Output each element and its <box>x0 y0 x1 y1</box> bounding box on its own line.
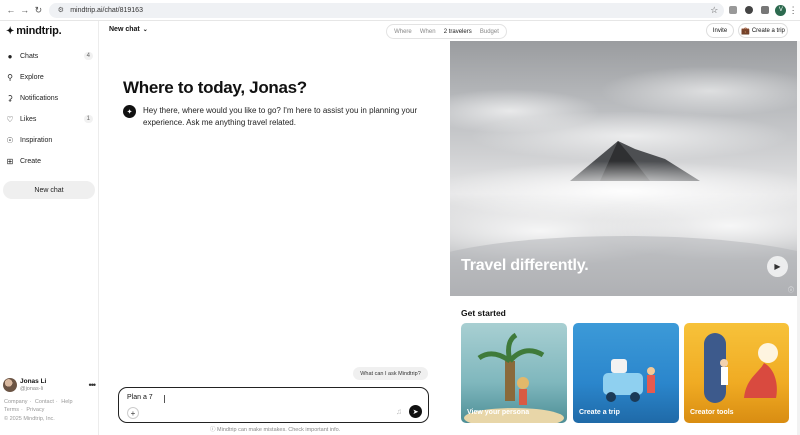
chat-composer: Plan a 7 + ♫ ➤ <box>118 387 429 423</box>
count-badge: 1 <box>83 115 93 123</box>
top-bar: New chat ⌄ Where When 2 travelers Budget… <box>100 21 800 41</box>
back-arrow-icon[interactable]: ← <box>4 3 18 17</box>
avatar[interactable] <box>3 378 17 392</box>
card-view-persona[interactable]: View your persona <box>461 323 567 423</box>
footer-link-company[interactable]: Company <box>4 399 28 405</box>
search-icon: ⚲ <box>7 72 13 82</box>
create-trip-button[interactable]: 💼 Create a trip <box>738 23 788 38</box>
creator-illustration <box>704 333 778 403</box>
sparkle-assistant-icon: ✦ <box>123 105 136 118</box>
sidebar-item-create[interactable]: ⊞ Create <box>5 153 93 169</box>
sidebar-item-explore[interactable]: ⚲ Explore <box>5 69 93 85</box>
brand-logo[interactable]: ✦ mindtrip. <box>6 25 62 37</box>
card-label: Creator tools <box>690 409 734 416</box>
footer-link-contact[interactable]: Contact <box>35 399 54 405</box>
sidebar: ✦ mindtrip. ● Chats 4 ⚲ Explore ⚳ Notifi… <box>0 21 99 435</box>
chevron-down-icon: ⌄ <box>142 27 148 33</box>
suitcase-icon: 💼 <box>741 27 750 35</box>
sidebar-item-label: Create <box>20 157 42 165</box>
browser-menu-icon[interactable]: ⋮ <box>786 3 800 17</box>
user-name: Jonas Li <box>20 377 47 385</box>
sidebar-item-label: Likes <box>20 115 37 123</box>
forward-arrow-icon[interactable]: → <box>18 3 32 17</box>
sidebar-item-label: Notifications <box>20 94 59 102</box>
disclaimer-label: Mindtrip can make mistakes. Check import… <box>217 427 341 433</box>
user-handle: @jonas-li <box>20 385 44 392</box>
url-text: mindtrip.ai/chat/819163 <box>70 6 143 14</box>
filter-where[interactable]: Where <box>394 29 412 35</box>
bell-icon: ⚳ <box>7 93 13 103</box>
assistant-message: ✦ Hey there, where would you like to go?… <box>123 105 433 129</box>
sidebar-item-inspiration[interactable]: ☉ Inspiration <box>5 132 93 148</box>
sidebar-item-likes[interactable]: ♡ Likes 1 <box>5 111 93 127</box>
new-chat-button[interactable]: New chat <box>3 181 95 199</box>
filter-budget[interactable]: Budget <box>480 29 499 35</box>
disclaimer-text: ⓘ Mindtrip can make mistakes. Check impo… <box>210 425 340 433</box>
suggestion-chip[interactable]: What can I ask Mindtrip? <box>353 367 428 380</box>
sidebar-item-label: Chats <box>20 52 39 60</box>
create-trip-label: Create a trip <box>751 27 785 34</box>
chat-bubble-icon: ● <box>7 51 13 61</box>
user-profile[interactable]: Jonas Li @jonas-li ••• <box>3 376 97 394</box>
compass-icon: ☉ <box>6 135 14 145</box>
filter-when[interactable]: When <box>420 29 436 35</box>
card-label: Create a trip <box>579 409 620 416</box>
trip-illustration <box>603 359 655 402</box>
text-cursor <box>164 395 165 403</box>
card-label: View your persona <box>467 409 530 416</box>
sidebar-item-chats[interactable]: ● Chats 4 <box>5 48 93 64</box>
sparkle-logo-icon: ✦ <box>6 25 15 37</box>
copyright-text: © 2025 Mindtrip, Inc. <box>4 416 55 422</box>
heart-icon: ♡ <box>6 114 14 124</box>
footer-link-privacy[interactable]: Privacy <box>26 407 44 413</box>
card-creator-tools[interactable]: Creator tools <box>684 323 789 423</box>
sidebar-item-label: Explore <box>20 73 44 81</box>
profile-avatar-icon[interactable]: V <box>775 4 787 16</box>
reload-icon[interactable]: ↻ <box>31 3 45 17</box>
section-title: Get started <box>461 308 506 318</box>
footer-links-row-2: Terms · Privacy <box>4 407 45 413</box>
chat-selector-dropdown[interactable]: New chat ⌄ <box>109 26 148 33</box>
footer-link-help[interactable]: Help <box>61 399 72 405</box>
hero-title: Travel differently. <box>461 257 589 274</box>
hero-video[interactable]: Travel differently. ▶ ⓘ <box>450 41 800 296</box>
chat-selector-label: New chat <box>109 26 140 33</box>
play-icon[interactable]: ▶ <box>767 256 788 277</box>
site-settings-icon[interactable]: ⚙ <box>56 6 65 15</box>
persona-illustration <box>464 332 564 423</box>
address-bar[interactable]: ⚙ mindtrip.ai/chat/819163 ☆ <box>49 2 725 18</box>
plus-square-icon: ⊞ <box>6 156 14 166</box>
page-title: Where to today, Jonas? <box>123 78 307 97</box>
browser-toolbar: ← → ↻ ⚙ mindtrip.ai/chat/819163 ☆ V ⋮ <box>0 0 800 21</box>
sidebar-item-label: Inspiration <box>20 136 53 144</box>
add-attachment-icon[interactable]: + <box>127 407 139 419</box>
assistant-message-text: Hey there, where would you like to go? I… <box>143 106 418 127</box>
bookmark-star-icon[interactable]: ☆ <box>710 5 718 16</box>
send-icon[interactable]: ➤ <box>409 405 422 418</box>
filter-travelers[interactable]: 2 travelers <box>444 29 472 35</box>
extension-icon-1[interactable] <box>726 3 740 17</box>
voice-input-icon[interactable]: ♫ <box>396 407 402 416</box>
brand-name: mindtrip. <box>16 25 62 37</box>
info-icon: ⓘ <box>210 427 218 433</box>
info-icon[interactable]: ⓘ <box>788 285 794 294</box>
count-badge: 4 <box>83 52 93 60</box>
sidebar-item-notifications[interactable]: ⚳ Notifications <box>5 90 93 106</box>
trip-filters: Where When 2 travelers Budget <box>386 24 507 39</box>
card-create-trip[interactable]: Create a trip <box>573 323 679 423</box>
footer-link-terms[interactable]: Terms <box>4 407 19 413</box>
extension-icon-2[interactable] <box>742 3 756 17</box>
chat-input[interactable]: Plan a 7 <box>127 394 153 401</box>
invite-button[interactable]: Invite <box>706 23 734 38</box>
more-options-icon[interactable]: ••• <box>89 380 97 390</box>
footer-links-row-1: Company · Contact · Help <box>4 399 73 405</box>
puzzle-extensions-icon[interactable] <box>758 3 772 17</box>
